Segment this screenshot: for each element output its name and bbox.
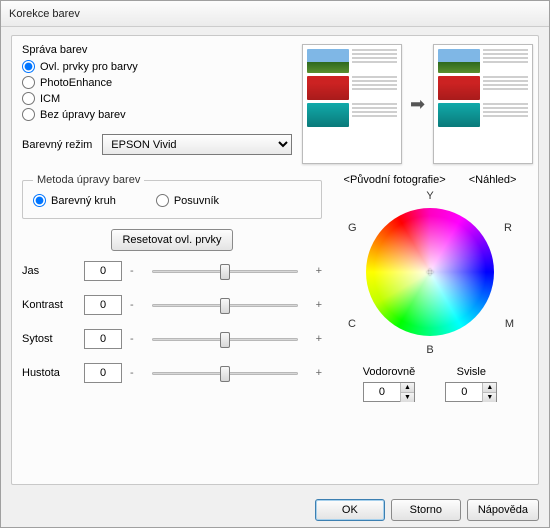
- wheel-label-m: M: [505, 318, 514, 330]
- wheel-label-r: R: [504, 222, 512, 234]
- brightness-label: Jas: [22, 265, 76, 277]
- density-slider[interactable]: [142, 364, 308, 382]
- caption-result: <Náhled>: [469, 174, 517, 186]
- horizontal-value[interactable]: [364, 383, 400, 401]
- horizontal-label: Vodorovně: [363, 366, 416, 378]
- dialog-footer: OK Storno Nápověda: [1, 493, 549, 527]
- adjust-method-legend: Metoda úpravy barev: [33, 174, 144, 186]
- wheel-label-c: C: [348, 318, 356, 330]
- adjust-method-group: Metoda úpravy barev Barevný kruh Posuvní…: [22, 174, 322, 219]
- contrast-row: Kontrast - +: [22, 295, 322, 315]
- horizontal-spinner[interactable]: ▲▼: [363, 382, 415, 402]
- color-correction-dialog: Korekce barev Správa barev Ovl. prvky pr…: [0, 0, 550, 528]
- radio-sliders[interactable]: Posuvník: [156, 194, 219, 207]
- density-row: Hustota - +: [22, 363, 322, 383]
- crosshair-icon: +: [426, 265, 433, 279]
- saturation-slider[interactable]: [142, 330, 308, 348]
- brightness-value[interactable]: [84, 261, 122, 281]
- saturation-value[interactable]: [84, 329, 122, 349]
- vertical-spinner[interactable]: ▲▼: [445, 382, 497, 402]
- arrow-right-icon: ➡: [410, 94, 425, 115]
- titlebar: Korekce barev: [1, 1, 549, 27]
- radio-driver-controls[interactable]: Ovl. prvky pro barvy: [22, 60, 292, 73]
- vertical-value[interactable]: [446, 383, 482, 401]
- spin-up-icon[interactable]: ▲: [400, 383, 414, 392]
- radio-color-wheel[interactable]: Barevný kruh: [33, 194, 116, 207]
- radio-no-adjust[interactable]: Bez úpravy barev: [22, 108, 292, 121]
- radio-icm[interactable]: ICM: [22, 92, 292, 105]
- wheel-label-b: B: [426, 344, 433, 356]
- group-legend: Správa barev: [22, 44, 292, 56]
- wheel-label-y: Y: [426, 190, 433, 202]
- vertical-label: Svisle: [445, 366, 497, 378]
- preview-result: [433, 44, 533, 164]
- preview-area: ➡: [302, 44, 533, 164]
- color-wheel[interactable]: + Y G R C M B: [350, 192, 510, 352]
- density-label: Hustota: [22, 367, 76, 379]
- spin-down-icon[interactable]: ▼: [400, 392, 414, 402]
- brightness-slider[interactable]: [142, 262, 308, 280]
- cancel-button[interactable]: Storno: [391, 499, 461, 521]
- radio-photoenhance[interactable]: PhotoEnhance: [22, 76, 292, 89]
- contrast-label: Kontrast: [22, 299, 76, 311]
- color-mode-label: Barevný režim: [22, 139, 92, 151]
- color-management-group: Správa barev Ovl. prvky pro barvy PhotoE…: [22, 44, 292, 124]
- reset-button[interactable]: Resetovat ovl. prvky: [111, 229, 232, 251]
- color-mode-select[interactable]: EPSON Vivid: [102, 134, 292, 155]
- saturation-row: Sytost - +: [22, 329, 322, 349]
- spin-up-icon[interactable]: ▲: [482, 383, 496, 392]
- window-title: Korekce barev: [9, 8, 80, 20]
- brightness-row: Jas - +: [22, 261, 322, 281]
- contrast-slider[interactable]: [142, 296, 308, 314]
- density-value[interactable]: [84, 363, 122, 383]
- saturation-label: Sytost: [22, 333, 76, 345]
- preview-original: [302, 44, 402, 164]
- spin-down-icon[interactable]: ▼: [482, 392, 496, 402]
- wheel-label-g: G: [348, 222, 357, 234]
- ok-button[interactable]: OK: [315, 499, 385, 521]
- contrast-value[interactable]: [84, 295, 122, 315]
- caption-original: <Původní fotografie>: [344, 174, 446, 186]
- help-button[interactable]: Nápověda: [467, 499, 539, 521]
